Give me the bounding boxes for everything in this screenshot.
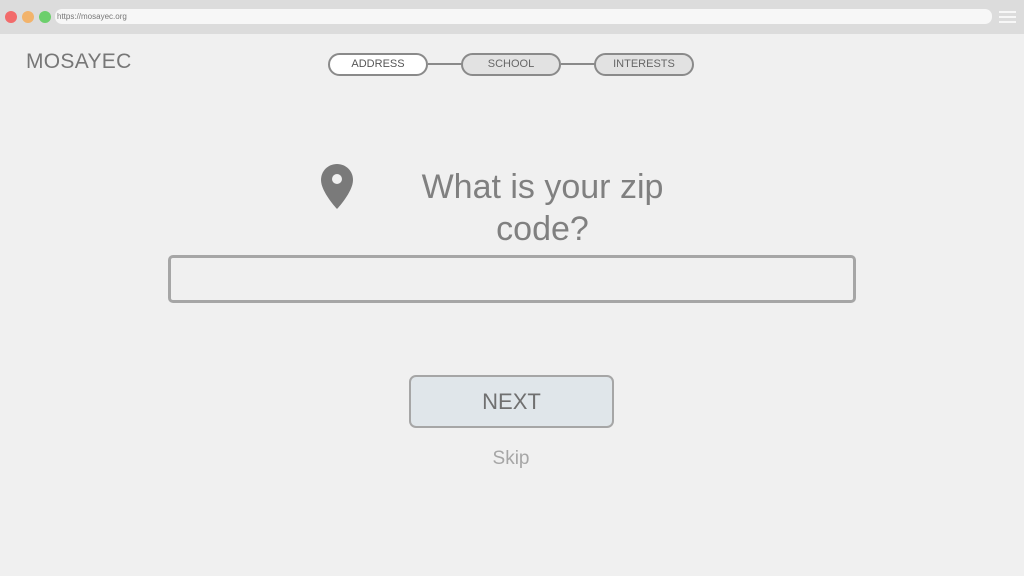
question-heading: What is your zip code? bbox=[421, 168, 664, 248]
step-school[interactable]: SCHOOL bbox=[461, 53, 561, 76]
step-interests[interactable]: INTERESTS bbox=[594, 53, 694, 76]
skip-link[interactable]: Skip bbox=[460, 448, 562, 470]
maximize-window-dot[interactable] bbox=[39, 11, 51, 23]
browser-chrome: https://mosayec.org bbox=[0, 0, 1024, 34]
hamburger-menu-icon[interactable] bbox=[999, 11, 1016, 23]
close-window-dot[interactable] bbox=[5, 11, 17, 23]
address-bar[interactable]: https://mosayec.org bbox=[55, 9, 992, 24]
map-pin-icon bbox=[321, 164, 353, 209]
site-logo[interactable]: MOSAYEC bbox=[26, 50, 132, 74]
next-button[interactable]: NEXT bbox=[409, 375, 614, 428]
zip-code-input[interactable] bbox=[168, 255, 856, 303]
step-address[interactable]: ADDRESS bbox=[328, 53, 428, 76]
step-connector bbox=[561, 63, 595, 65]
minimize-window-dot[interactable] bbox=[22, 11, 34, 23]
step-connector bbox=[428, 63, 462, 65]
